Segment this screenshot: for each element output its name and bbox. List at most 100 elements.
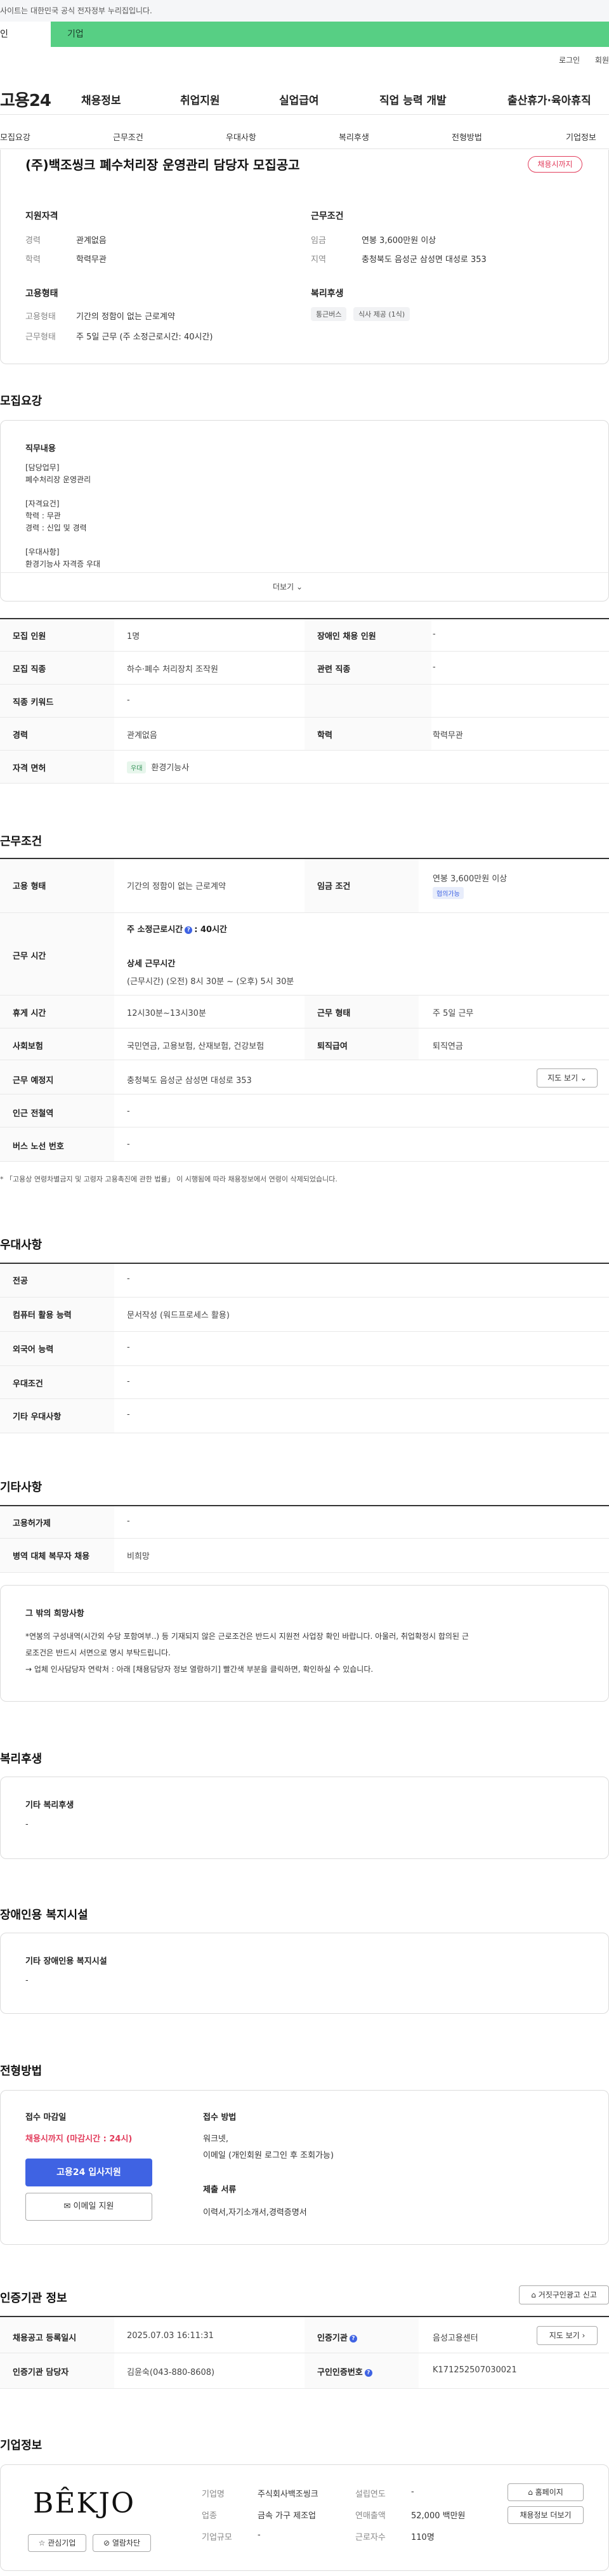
number-value: K171252507030021 [433, 2365, 517, 2375]
interest-button[interactable]: ☆ 관심기업 [28, 2534, 86, 2552]
duty-more-divider [0, 572, 609, 573]
job-label: 모집 직종 [13, 665, 46, 674]
subnav-welfare[interactable]: 복리후생 [339, 131, 369, 143]
mail-icon: ✉ [63, 2202, 71, 2211]
work-form-label: 근무형태 [25, 332, 56, 342]
military-value: 비희망 [127, 1552, 150, 1561]
edu-row-value: 학력무관 [433, 731, 463, 740]
row-divider [0, 1161, 609, 1162]
report-button-label: 거짓구인광고 신고 [538, 2290, 597, 2299]
workers-label: 근로자수 [355, 2533, 386, 2542]
form-value: 주 5일 근무 [433, 1009, 474, 1018]
homepage-button[interactable]: ⌂ 홈페이지 [508, 2483, 584, 2501]
hours-detail-title: 상세 근무시간 [127, 959, 176, 969]
region-value: 충청북도 음성군 삼성면 대성로 353 [362, 255, 487, 265]
more-button[interactable]: 더보기 ⌄ [273, 581, 303, 592]
chevron-down-icon: ⌄ [580, 1074, 587, 1082]
disabled-facility-card [0, 1933, 609, 2014]
language-value: - [127, 1343, 130, 1352]
method-value-2: 이메일 (개인회원 로그인 후 조회가능) [203, 2151, 334, 2160]
interest-label: 관심기업 [48, 2539, 76, 2547]
company-jobs-button[interactable]: 채용정보 더보기 [508, 2506, 584, 2524]
info-icon[interactable]: ? [185, 926, 193, 934]
work-form-value: 주 5일 근무 (주 소정근로시간: 40시간) [76, 332, 213, 342]
subnav-company[interactable]: 기업정보 [566, 131, 596, 143]
deadline-value: 채용시까지 (마감시간 : 24시) [25, 2134, 133, 2144]
subnav-conditions[interactable]: 근무조건 [113, 131, 143, 143]
site-logo[interactable]: 고용24 [0, 88, 51, 111]
duty-text: [담당업무] 폐수처리장 운영관리 [자격요건] 학력 : 무관 경력 : 신입… [25, 463, 101, 568]
license-value: 환경기능사 [151, 763, 190, 773]
map-button-label: 지도 보기 [547, 1074, 579, 1082]
subnav-apply[interactable]: 전형방법 [452, 131, 482, 143]
docs-value: 이력서,자기소개서,경력증명서 [203, 2208, 307, 2218]
insurance-value: 국민연금, 고용보험, 산재보험, 건강보험 [127, 1042, 265, 1051]
subnav-preference[interactable]: 우대사항 [226, 131, 256, 143]
other-notes-card [0, 1585, 609, 1702]
break-value: 12시30분~13시30분 [127, 1009, 206, 1018]
break-label: 휴게 시간 [13, 1009, 46, 1018]
reg-label: 채용공고 등록일시 [13, 2334, 77, 2343]
hours-main-wrap: 주 소정근로시간?: 40시간 [127, 923, 227, 935]
gnb-item-leave[interactable]: 출산휴가·육아휴직 [508, 91, 591, 107]
computer-value: 문서작성 (워드프로세스 활용) [127, 1311, 230, 1320]
major-label: 전공 [13, 1277, 28, 1286]
subway-label: 인근 전철역 [13, 1109, 54, 1119]
row-divider [0, 783, 609, 784]
recruit-section-title: 모집요강 [0, 395, 43, 408]
login-link[interactable]: 로그인 [559, 56, 580, 65]
career-value: 관계없음 [76, 236, 107, 246]
block-label: 열람차단 [112, 2539, 141, 2547]
other-title: 그 밖의 희망사항 [25, 1609, 84, 1619]
agency-map-label: 지도 보기 [549, 2331, 580, 2340]
preference-section-title: 우대사항 [0, 1239, 43, 1252]
license-chip: 우대 [127, 761, 147, 773]
gnb-item-benefit[interactable]: 실업급여 [279, 91, 319, 107]
tab-company[interactable]: 기업 [51, 22, 609, 47]
hours-label: 근무 시간 [13, 952, 46, 961]
gnb-item-jobs[interactable]: 채용정보 [81, 91, 121, 107]
agency-label-text: 인증기관 [317, 2334, 348, 2343]
apply-button[interactable]: 고용24 입사지원 [25, 2159, 152, 2186]
chevron-down-icon: ⌄ [296, 582, 303, 591]
keyword-label: 직종 키워드 [13, 698, 54, 707]
report-button[interactable]: ⌂ 거짓구인광고 신고 [519, 2285, 609, 2304]
row-divider [0, 2388, 609, 2389]
sales-label: 연매출액 [355, 2511, 386, 2521]
more-label: 더보기 [273, 582, 294, 591]
gnb-item-training[interactable]: 직업 능력 개발 [379, 91, 447, 107]
condition-label: 우대조건 [13, 1379, 43, 1389]
number-label: 구인인증번호? [317, 2365, 374, 2377]
method-title: 접수 방법 [203, 2113, 237, 2122]
headcount-value: 1명 [127, 632, 140, 641]
qual-title: 지원자격 [25, 211, 58, 221]
block-icon: ⊘ [103, 2539, 110, 2547]
place-label: 근무 예정지 [13, 1076, 54, 1086]
join-link[interactable]: 회원 [595, 56, 609, 65]
company-logo: BÊKJO [33, 2487, 136, 2520]
wage-chip: 협의가능 [433, 887, 464, 899]
map-button[interactable]: 지도 보기 ⌄ [537, 1068, 598, 1088]
major-value: - [127, 1274, 130, 1284]
info-icon[interactable]: ? [349, 2335, 357, 2343]
gnb-item-support[interactable]: 취업지원 [180, 91, 220, 107]
sales-value: 52,000 백만원 [411, 2511, 466, 2521]
wage-value: 연봉 3,600만원 이상 [362, 236, 436, 246]
agency-map-button[interactable]: 지도 보기 › [537, 2326, 598, 2345]
size-value: - [258, 2530, 261, 2540]
info-icon[interactable]: ? [364, 2369, 372, 2377]
place-value: 충청북도 음성군 삼성면 대성로 353 [127, 1076, 252, 1086]
tab-personal[interactable]: 인 [0, 22, 51, 47]
license-value-wrap: 우대 환경기능사 [127, 761, 189, 773]
row-divider [0, 1297, 609, 1298]
email-apply-button[interactable]: ✉ 이메일 지원 [25, 2193, 152, 2221]
section-subnav: 모집요강 근무조건 우대사항 복리후생 전형방법 기업정보 [0, 127, 609, 148]
agency-label: 인증기관? [317, 2331, 359, 2343]
subnav-recruit[interactable]: 모집요강 [0, 131, 30, 143]
founded-value: - [411, 2487, 414, 2497]
welfare-title: 복리후생 [311, 289, 344, 299]
keyword-value: - [127, 695, 130, 705]
region-label: 지역 [311, 255, 326, 265]
block-button[interactable]: ⊘ 열람차단 [93, 2534, 151, 2552]
industry-value: 금속 가구 제조업 [258, 2511, 316, 2521]
